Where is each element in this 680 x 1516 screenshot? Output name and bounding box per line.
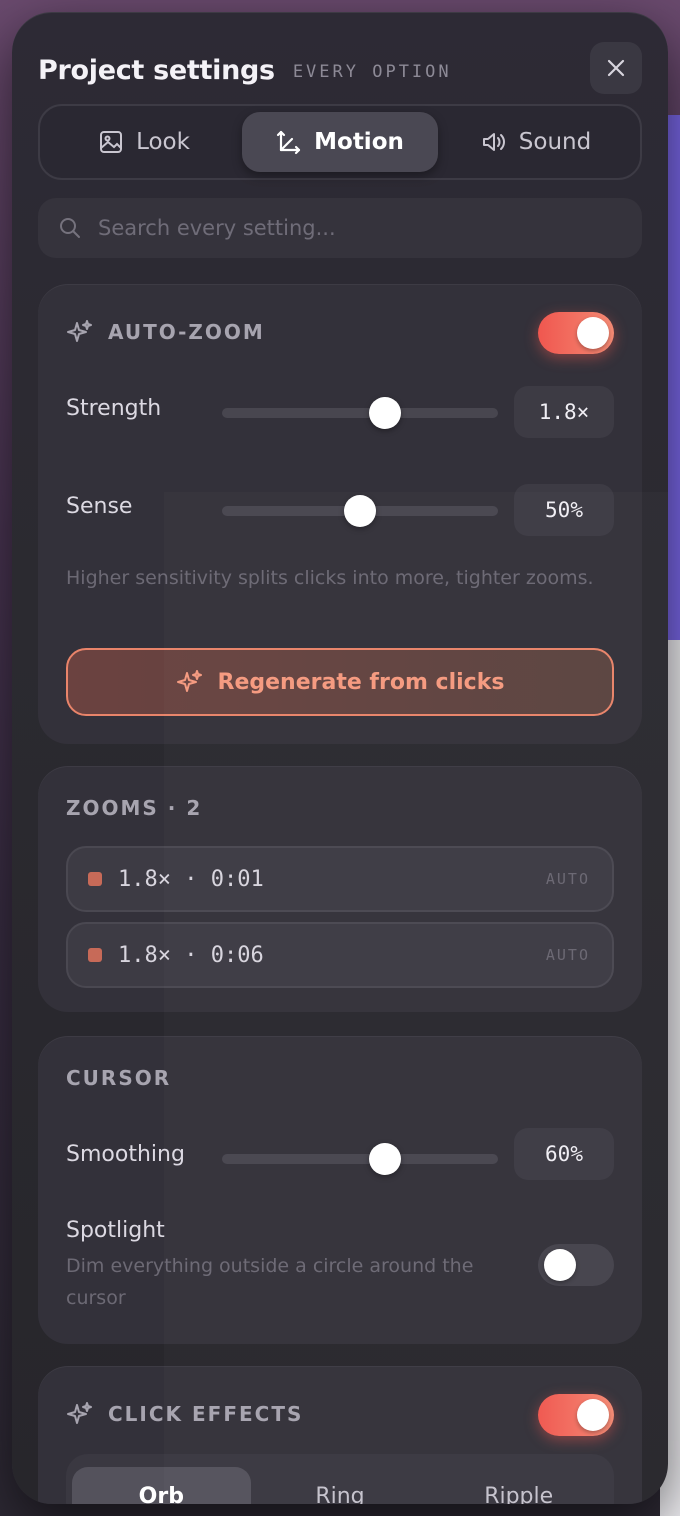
zooms-header: ZOOMS · 2 <box>66 796 202 820</box>
toggle-knob <box>577 1399 609 1431</box>
sparkles-icon <box>67 1402 92 1424</box>
search-icon <box>60 218 80 238</box>
tab-sound[interactable]: Sound <box>438 112 634 172</box>
zoom-item-text: 1.8× · 0:01 <box>118 866 264 892</box>
sparkles-icon <box>176 670 202 692</box>
regenerate-label: Regenerate from clicks <box>217 669 505 695</box>
click-effects-card: CLICK EFFECTS Orb Ring Ripple <box>38 1366 642 1504</box>
search-input[interactable] <box>98 216 578 240</box>
close-button[interactable] <box>590 42 642 94</box>
regenerate-button[interactable]: Regenerate from clicks <box>66 648 614 716</box>
cursor-title: CURSOR <box>66 1066 172 1090</box>
strength-label: Strength <box>66 396 162 421</box>
project-settings-panel: Project settings EVERY OPTION Look Motio… <box>12 12 668 1504</box>
sense-slider[interactable] <box>222 495 498 527</box>
tab-look[interactable]: Look <box>46 112 242 172</box>
page-title: Project settings <box>38 54 275 86</box>
cursor-header: CURSOR <box>66 1066 171 1090</box>
zoom-list-item[interactable]: 1.8× · 0:01 AUTO <box>66 846 614 912</box>
settings-tabs: Look Motion Sound <box>38 104 642 180</box>
sparkles-icon <box>67 320 92 342</box>
effect-option-orb[interactable]: Orb <box>72 1467 251 1504</box>
spotlight-toggle[interactable] <box>538 1244 614 1286</box>
sense-label: Sense <box>66 494 133 519</box>
zoom-color-swatch <box>88 872 102 886</box>
close-icon <box>607 59 625 77</box>
toggle-knob <box>544 1249 576 1281</box>
sense-value[interactable]: 50% <box>514 484 614 536</box>
click-effect-style-selector: Orb Ring Ripple <box>66 1454 614 1504</box>
axis-arrows-icon <box>277 130 301 155</box>
search-bar <box>38 198 642 258</box>
zoom-auto-badge: AUTO <box>545 870 590 888</box>
zoom-auto-badge: AUTO <box>545 946 590 964</box>
auto-zoom-card: AUTO-ZOOM Strength 1.8× Sense 50% Higher… <box>38 284 642 744</box>
panel-header: Project settings EVERY OPTION <box>38 42 642 98</box>
effect-option-ring[interactable]: Ring <box>251 1467 430 1505</box>
smoothing-value[interactable]: 60% <box>514 1128 614 1180</box>
click-effects-title: CLICK EFFECTS <box>108 1402 304 1426</box>
zoom-color-swatch <box>88 948 102 962</box>
sensitivity-hint: Higher sensitivity splits clicks into mo… <box>66 567 594 589</box>
zooms-card: ZOOMS · 2 1.8× · 0:01 AUTO 1.8× · 0:06 A… <box>38 766 642 1012</box>
click-effects-toggle[interactable] <box>538 1394 614 1436</box>
tab-motion-label: Motion <box>314 129 404 155</box>
sense-slider-handle[interactable] <box>344 495 376 527</box>
spotlight-description: Dim everything outside a circle around t… <box>66 1255 474 1309</box>
strength-slider[interactable] <box>222 397 498 429</box>
smoothing-label: Smoothing <box>66 1142 185 1167</box>
spotlight-label: Spotlight <box>66 1218 165 1243</box>
image-icon <box>100 131 123 153</box>
zooms-title: ZOOMS · 2 <box>66 796 203 820</box>
strength-slider-handle[interactable] <box>368 397 401 429</box>
cursor-card: CURSOR Smoothing 60% Spotlight Dim every… <box>38 1036 642 1344</box>
auto-zoom-toggle[interactable] <box>538 312 614 354</box>
smoothing-slider-handle[interactable] <box>368 1143 401 1175</box>
auto-zoom-title: AUTO-ZOOM <box>108 320 265 344</box>
zoom-list-item[interactable]: 1.8× · 0:06 AUTO <box>66 922 614 988</box>
click-effects-header: CLICK EFFECTS <box>66 1400 303 1428</box>
zoom-item-text: 1.8× · 0:06 <box>118 942 264 968</box>
auto-zoom-header: AUTO-ZOOM <box>66 318 265 346</box>
strength-value[interactable]: 1.8× <box>514 386 614 438</box>
toggle-knob <box>577 317 609 349</box>
smoothing-slider[interactable] <box>222 1143 498 1175</box>
tab-motion[interactable]: Motion <box>242 112 438 172</box>
speaker-icon <box>482 133 505 151</box>
tab-sound-label: Sound <box>518 129 592 155</box>
tab-look-label: Look <box>136 129 190 155</box>
page-subtitle: EVERY OPTION <box>292 62 452 82</box>
effect-option-ripple[interactable]: Ripple <box>429 1467 608 1505</box>
